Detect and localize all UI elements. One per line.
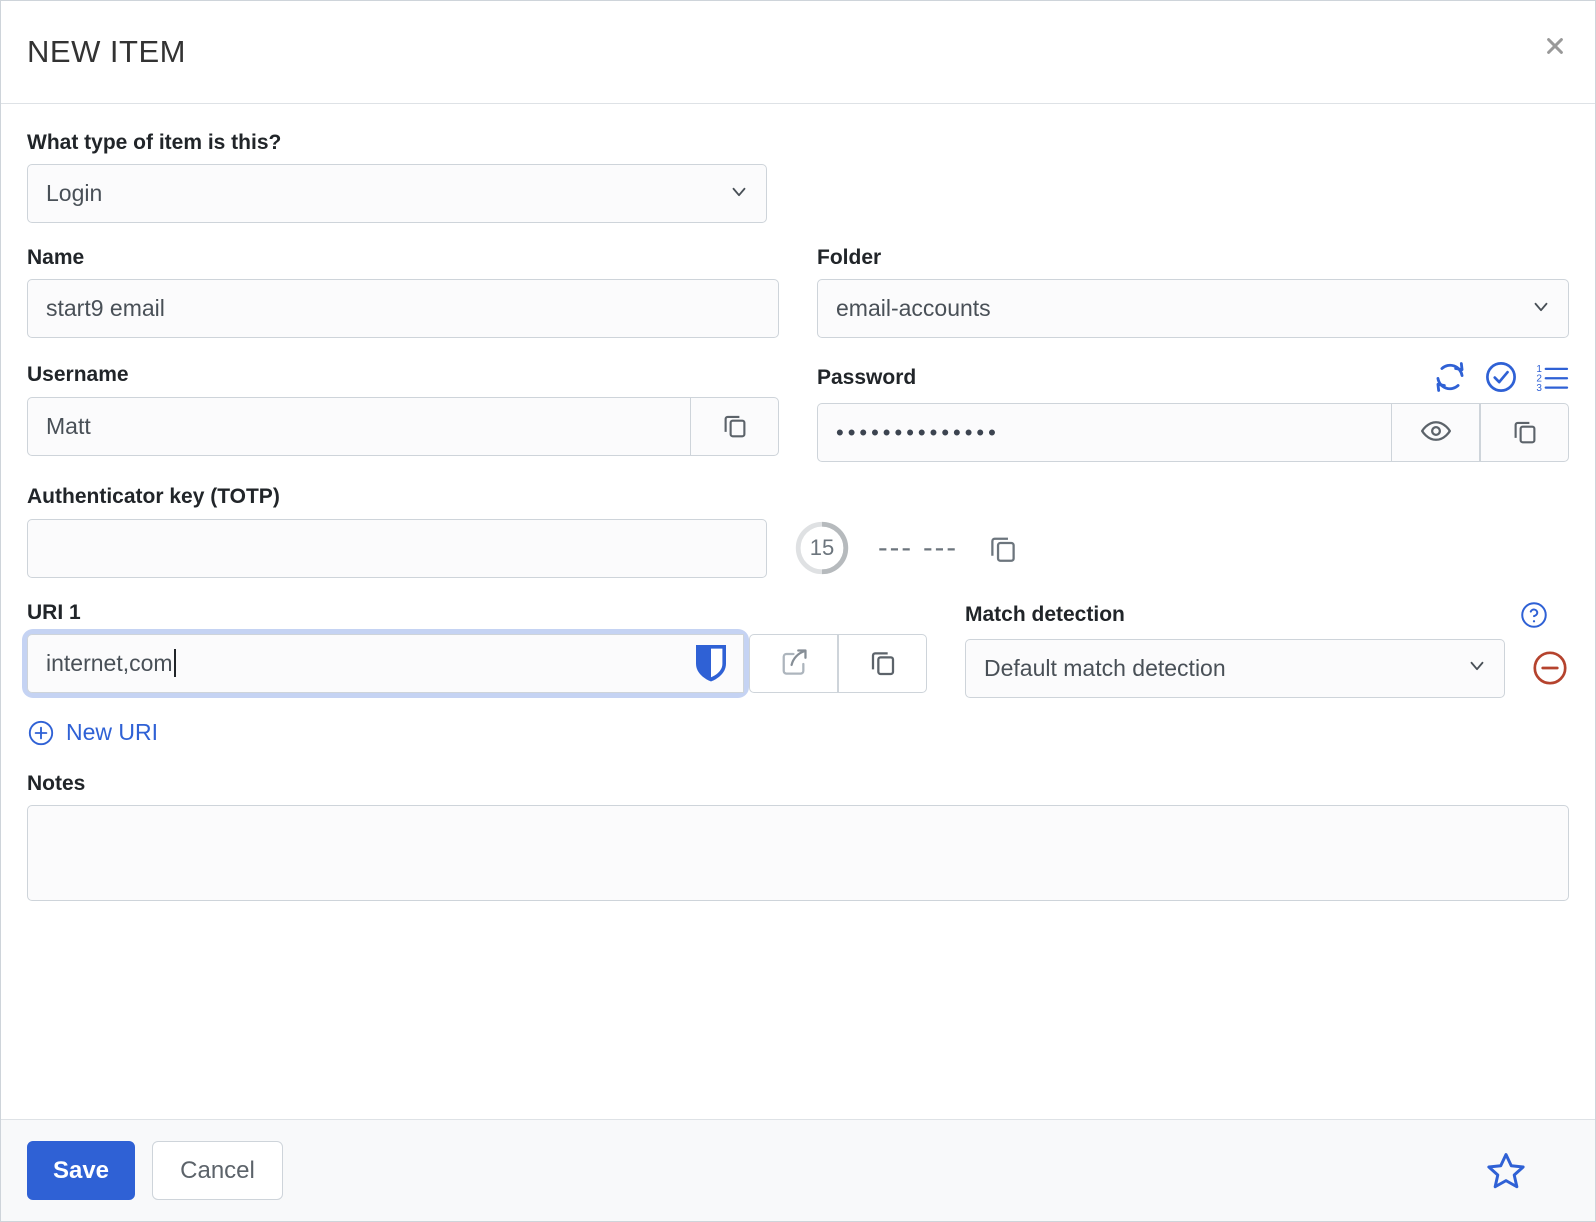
totp-countdown-value: 15	[809, 535, 835, 561]
modal-footer: Save Cancel	[1, 1119, 1595, 1221]
toggle-password-visibility-button[interactable]	[1391, 403, 1480, 463]
new-uri-label: New URI	[66, 719, 159, 746]
match-detection-select[interactable]: Default match detection	[965, 638, 1505, 698]
uri-input-group: internet,com	[27, 633, 927, 693]
svg-text:3: 3	[1536, 383, 1542, 392]
generate-password-button[interactable]	[1433, 360, 1467, 394]
copy-uri-button[interactable]	[838, 633, 927, 693]
help-circle-icon	[1519, 600, 1549, 630]
password-history-button[interactable]: 1 2 3	[1535, 362, 1569, 394]
notes-textarea[interactable]	[27, 804, 1569, 901]
username-label-row: Username	[27, 360, 779, 388]
item-type-label: What type of item is this?	[27, 131, 282, 154]
text-caret	[173, 649, 176, 678]
username-input-group: Matt	[27, 397, 779, 457]
modal-header: NEW ITEM	[1, 1, 1595, 104]
page-title: NEW ITEM	[27, 34, 186, 69]
favorite-button[interactable]	[1485, 1150, 1527, 1192]
match-detection-group: Match detection Default match detection	[965, 600, 1569, 698]
name-folder-row: Name start9 email Folder email-accounts	[27, 245, 1569, 339]
username-group: Username Matt	[27, 360, 779, 462]
uri-label: URI 1	[27, 600, 81, 624]
uri-row: URI 1 internet,com Match detection Defau…	[27, 600, 1569, 698]
folder-select[interactable]: email-accounts	[817, 279, 1569, 339]
totp-label: Authenticator key (TOTP)	[27, 485, 280, 509]
copy-icon	[1510, 416, 1540, 449]
password-label-row: Password 1 2 3	[817, 360, 1569, 394]
match-detection-help-button[interactable]	[1519, 600, 1549, 630]
remove-uri-button[interactable]	[1531, 649, 1569, 687]
uri-input-focus-ring: internet,com	[27, 633, 744, 693]
uri-group: URI 1 internet,com	[27, 600, 927, 698]
regenerate-icon	[1433, 360, 1467, 394]
modal-body: What type of item is this? Login Name st…	[1, 104, 1595, 1119]
password-input-group: ••••••••••••••	[817, 403, 1569, 463]
save-button[interactable]: Save	[27, 1141, 135, 1200]
notes-label: Notes	[27, 771, 86, 795]
folder-label: Folder	[817, 246, 882, 270]
username-password-row: Username Matt Password 1 2 3 •••••••••••…	[27, 360, 1569, 463]
star-icon	[1485, 1152, 1527, 1195]
launch-uri-button[interactable]	[749, 633, 838, 693]
password-group: Password 1 2 3 ••••••••••••••	[817, 360, 1569, 463]
plus-circle-icon	[27, 719, 55, 747]
check-password-button[interactable]	[1484, 360, 1518, 394]
totp-group: Authenticator key (TOTP) 15 --- ---	[27, 484, 1569, 578]
uri-input[interactable]: internet,com	[27, 633, 744, 693]
notes-group: Notes	[27, 771, 1569, 901]
copy-totp-button[interactable]	[986, 531, 1020, 565]
match-detection-label-row: Match detection	[965, 600, 1569, 630]
username-label: Username	[27, 362, 129, 386]
new-uri-button[interactable]: New URI	[27, 719, 158, 747]
close-icon[interactable]	[1538, 29, 1572, 63]
new-item-modal: NEW ITEM What type of item is this? Logi…	[0, 0, 1596, 1222]
launch-icon	[778, 646, 810, 681]
password-label: Password	[817, 365, 917, 389]
cancel-button[interactable]: Cancel	[152, 1141, 283, 1200]
copy-icon	[720, 410, 750, 443]
copy-icon	[986, 531, 1020, 565]
uri-text-wrap: internet,com	[46, 649, 176, 678]
match-detection-label: Match detection	[965, 602, 1125, 626]
name-input[interactable]: start9 email	[27, 279, 779, 339]
password-history-icon: 1 2 3	[1535, 362, 1569, 394]
item-type-value: Login	[27, 164, 767, 224]
uri-value: internet,com	[46, 649, 173, 676]
totp-code: --- ---	[878, 531, 959, 564]
match-detection-row: Default match detection	[965, 638, 1569, 698]
password-actions: 1 2 3	[1433, 360, 1569, 394]
bitwarden-shield-icon[interactable]	[693, 642, 729, 684]
totp-display: 15 --- ---	[794, 520, 1020, 576]
item-type-select[interactable]: Login	[27, 164, 767, 224]
name-label: Name	[27, 246, 85, 270]
password-input[interactable]: ••••••••••••••	[817, 403, 1391, 463]
username-input[interactable]: Matt	[27, 397, 690, 457]
totp-countdown: 15	[794, 520, 850, 576]
copy-password-button[interactable]	[1480, 403, 1569, 463]
totp-input[interactable]	[27, 518, 767, 578]
totp-row: 15 --- ---	[27, 518, 1569, 578]
copy-icon	[867, 646, 899, 681]
item-type-group: What type of item is this? Login	[27, 130, 767, 224]
copy-username-button[interactable]	[690, 397, 779, 457]
remove-circle-icon	[1531, 649, 1569, 687]
folder-value: email-accounts	[817, 279, 1569, 339]
name-group: Name start9 email	[27, 245, 779, 339]
eye-icon	[1420, 415, 1452, 450]
check-circle-icon	[1484, 360, 1518, 394]
match-detection-value: Default match detection	[965, 638, 1505, 698]
folder-group: Folder email-accounts	[817, 245, 1569, 339]
